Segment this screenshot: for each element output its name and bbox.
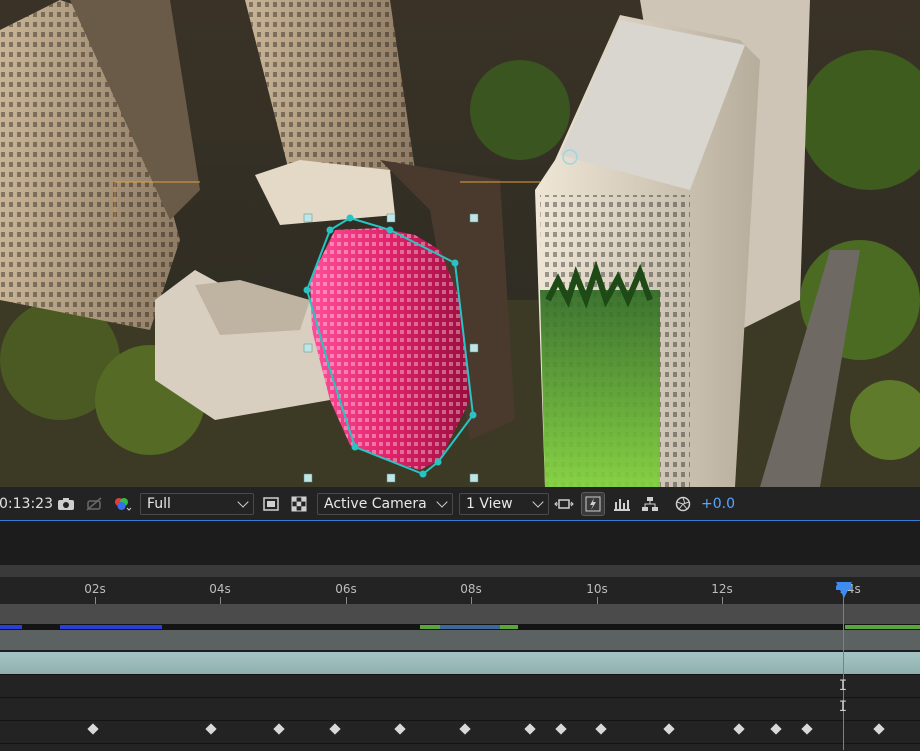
show-snapshot-icon[interactable]: [83, 493, 105, 515]
playhead-icon[interactable]: [836, 582, 852, 598]
composition-viewer[interactable]: [0, 0, 920, 487]
viewer-toolbar: 0:13:23 Full Active Camera 1 View +0.0: [0, 487, 920, 521]
time-navigator[interactable]: [0, 565, 920, 577]
work-area-bar[interactable]: [0, 604, 920, 624]
playhead-line: [843, 586, 844, 750]
ruler-label: 10s: [586, 582, 608, 596]
fast-preview-icon[interactable]: [581, 491, 605, 516]
ruler-tick: [597, 597, 598, 604]
region-of-interest-icon[interactable]: [260, 493, 282, 515]
layer-row[interactable]: [0, 630, 920, 650]
ruler-label: 02s: [84, 582, 106, 596]
ibeam-icon: I: [838, 678, 848, 694]
camera-snapshot-icon[interactable]: [55, 493, 77, 515]
exposure-icon[interactable]: [672, 493, 694, 515]
ruler-tick: [95, 597, 96, 604]
ruler-tick: [220, 597, 221, 604]
footage-frame: [0, 0, 920, 487]
exposure-value[interactable]: +0.0: [701, 496, 735, 512]
current-time-display[interactable]: 0:13:23: [0, 492, 53, 516]
property-row[interactable]: [0, 674, 920, 697]
ruler-label: 04s: [209, 582, 231, 596]
ruler-label: 08s: [460, 582, 482, 596]
resolution-dropdown[interactable]: Full: [140, 492, 254, 515]
timeline-icon[interactable]: [611, 493, 633, 515]
time-ruler[interactable]: 02s 04s 06s 08s 10s 12s 14s: [0, 577, 920, 604]
view-layout-dropdown[interactable]: 1 View: [459, 492, 549, 515]
color-channels-icon[interactable]: [111, 493, 133, 515]
ruler-label: 06s: [335, 582, 357, 596]
ruler-tick: [471, 597, 472, 604]
chevron-down-icon: [532, 495, 544, 508]
timeline-header-area: [0, 521, 920, 565]
ruler-tick: [722, 597, 723, 604]
resolution-value: Full: [147, 495, 171, 512]
keyframe-row[interactable]: [0, 720, 920, 743]
ruler-tick: [346, 597, 347, 604]
transparency-grid-icon[interactable]: [288, 493, 310, 515]
cache-segment: [0, 625, 22, 629]
reset-view-icon[interactable]: [553, 493, 575, 515]
cache-segment: [845, 625, 920, 629]
cache-segment: [440, 625, 500, 629]
camera-view-value: Active Camera: [324, 495, 427, 512]
camera-view-dropdown[interactable]: Active Camera: [317, 492, 453, 515]
flowchart-icon[interactable]: [639, 493, 661, 515]
chevron-down-icon: [436, 495, 448, 508]
cache-segment: [60, 625, 162, 629]
ibeam-icon: I: [838, 699, 848, 715]
layer-duration-bar[interactable]: [0, 652, 920, 674]
property-row[interactable]: [0, 697, 920, 720]
chevron-down-icon: [237, 495, 249, 508]
ruler-label: 12s: [711, 582, 733, 596]
view-layout-value: 1 View: [466, 495, 513, 512]
